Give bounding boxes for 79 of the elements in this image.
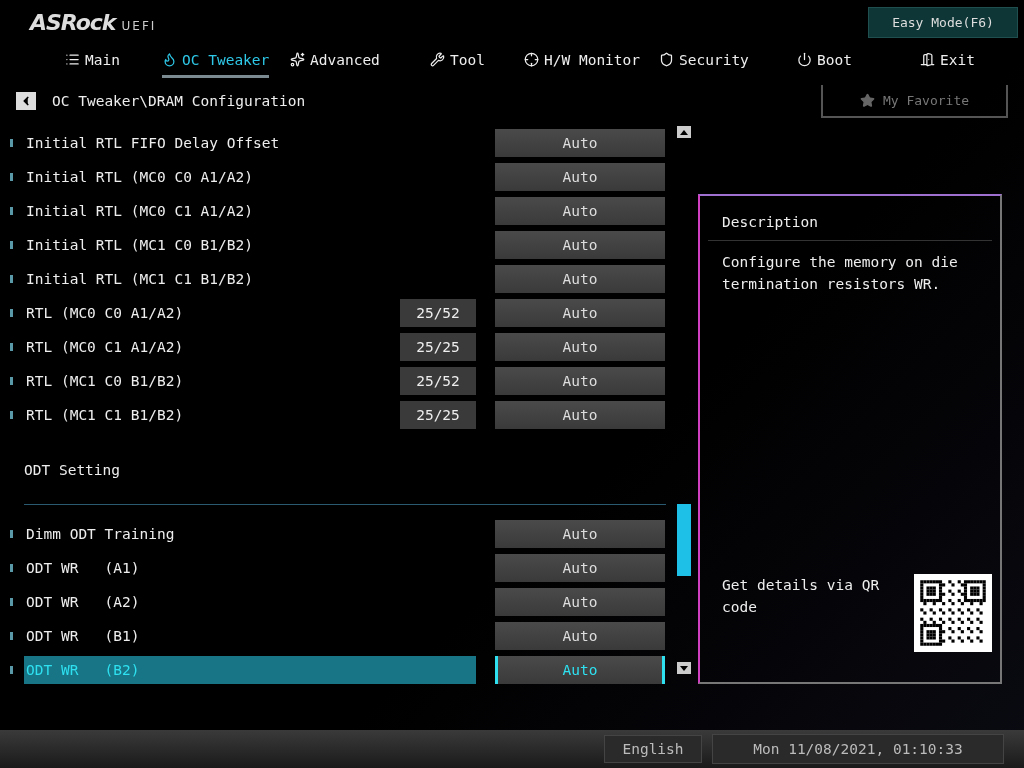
value-button[interactable]: Auto [495,265,665,293]
bullet-icon [10,530,13,538]
value-button[interactable]: Auto [495,163,665,191]
bullet-icon [10,632,13,640]
bullet-icon [10,377,13,385]
setting-label[interactable]: RTL (MC1 C1 B1/B2) [24,401,400,429]
logo-suffix: UEFI [121,18,157,33]
setting-label[interactable]: RTL (MC0 C0 A1/A2) [24,299,400,327]
setting-label[interactable]: RTL (MC0 C1 A1/A2) [24,333,400,361]
value-button[interactable]: Auto [495,588,665,616]
bullet-icon [10,173,13,181]
date-time: Mon 11/08/2021, 01:10:33 [712,734,1004,764]
setting-label[interactable]: Initial RTL FIFO Delay Offset [24,129,476,157]
bullet-icon [10,666,13,674]
scrollbar-thumb[interactable] [677,504,691,576]
value-button[interactable]: Auto [495,520,665,548]
section-heading: ODT Setting [24,462,122,478]
setting-label[interactable]: Dimm ODT Training [24,520,476,548]
setting-label[interactable]: Initial RTL (MC0 C0 A1/A2) [24,163,476,191]
bullet-icon [10,309,13,317]
nav-tab[interactable]: H/W Monitor [524,44,641,78]
nav-tab[interactable]: Tool [430,44,485,78]
setting-label[interactable]: RTL (MC1 C0 B1/B2) [24,367,400,395]
setting-label[interactable]: ODT WR (A1) [24,554,476,582]
tab-icon [65,52,80,67]
bullet-icon [10,275,13,283]
scroll-down-button[interactable] [677,662,691,674]
tab-icon [797,52,812,67]
value-button[interactable]: Auto [495,656,665,684]
value-button[interactable]: Auto [495,367,665,395]
value-button[interactable]: Auto [495,231,665,259]
scroll-up-button[interactable] [677,126,691,138]
bullet-icon [10,207,13,215]
nav-tab[interactable]: Main [65,44,120,78]
language-button[interactable]: English [604,735,702,763]
setting-label[interactable]: Initial RTL (MC1 C1 B1/B2) [24,265,476,293]
setting-label[interactable]: Initial RTL (MC0 C1 A1/A2) [24,197,476,225]
bullet-icon [10,241,13,249]
back-button[interactable] [16,92,36,110]
breadcrumb: OC Tweaker\DRAM Configuration [52,93,306,109]
value-button[interactable]: Auto [495,197,665,225]
bullet-icon [10,139,13,147]
nav-tab[interactable]: Boot [797,44,852,78]
bullet-icon [10,411,13,419]
nav-tab[interactable]: Exit [920,44,975,78]
setting-reading: 25/25 [400,333,476,361]
value-button[interactable]: Auto [495,622,665,650]
down-triangle-icon [680,665,688,671]
value-button[interactable]: Auto [495,401,665,429]
nav-tab[interactable]: Advanced [290,44,380,78]
up-triangle-icon [680,129,688,135]
value-button[interactable]: Auto [495,333,665,361]
easy-mode-button[interactable]: Easy Mode(F6) [868,6,1018,38]
description-title: Description [708,196,992,241]
tab-icon [659,52,674,67]
setting-reading: 25/25 [400,401,476,429]
setting-label[interactable]: ODT WR (A2) [24,588,476,616]
nav-tab[interactable]: Security [659,44,749,78]
tab-icon [290,52,305,67]
nav-tab[interactable]: OC Tweaker [162,44,270,78]
bullet-icon [10,598,13,606]
setting-reading: 25/52 [400,367,476,395]
value-button[interactable]: Auto [495,299,665,327]
bullet-icon [10,564,13,572]
description-text: Configure the memory on die termination resistors WR. [721,253,959,294]
logo-brand: ASRock [30,9,116,35]
favorite-button[interactable]: My Favorite [821,84,1008,118]
qr-caption: Get details via QR code [722,576,881,617]
tab-icon [524,52,539,67]
bullet-icon [10,343,13,351]
setting-reading: 25/52 [400,299,476,327]
tab-icon [162,52,177,67]
tab-icon [430,52,445,67]
value-button[interactable]: Auto [495,554,665,582]
setting-label[interactable]: Initial RTL (MC1 C0 B1/B2) [24,231,476,259]
tab-icon [920,52,935,67]
value-button[interactable]: Auto [495,129,665,157]
setting-label[interactable]: ODT WR (B1) [24,622,476,650]
star-icon [859,92,875,108]
